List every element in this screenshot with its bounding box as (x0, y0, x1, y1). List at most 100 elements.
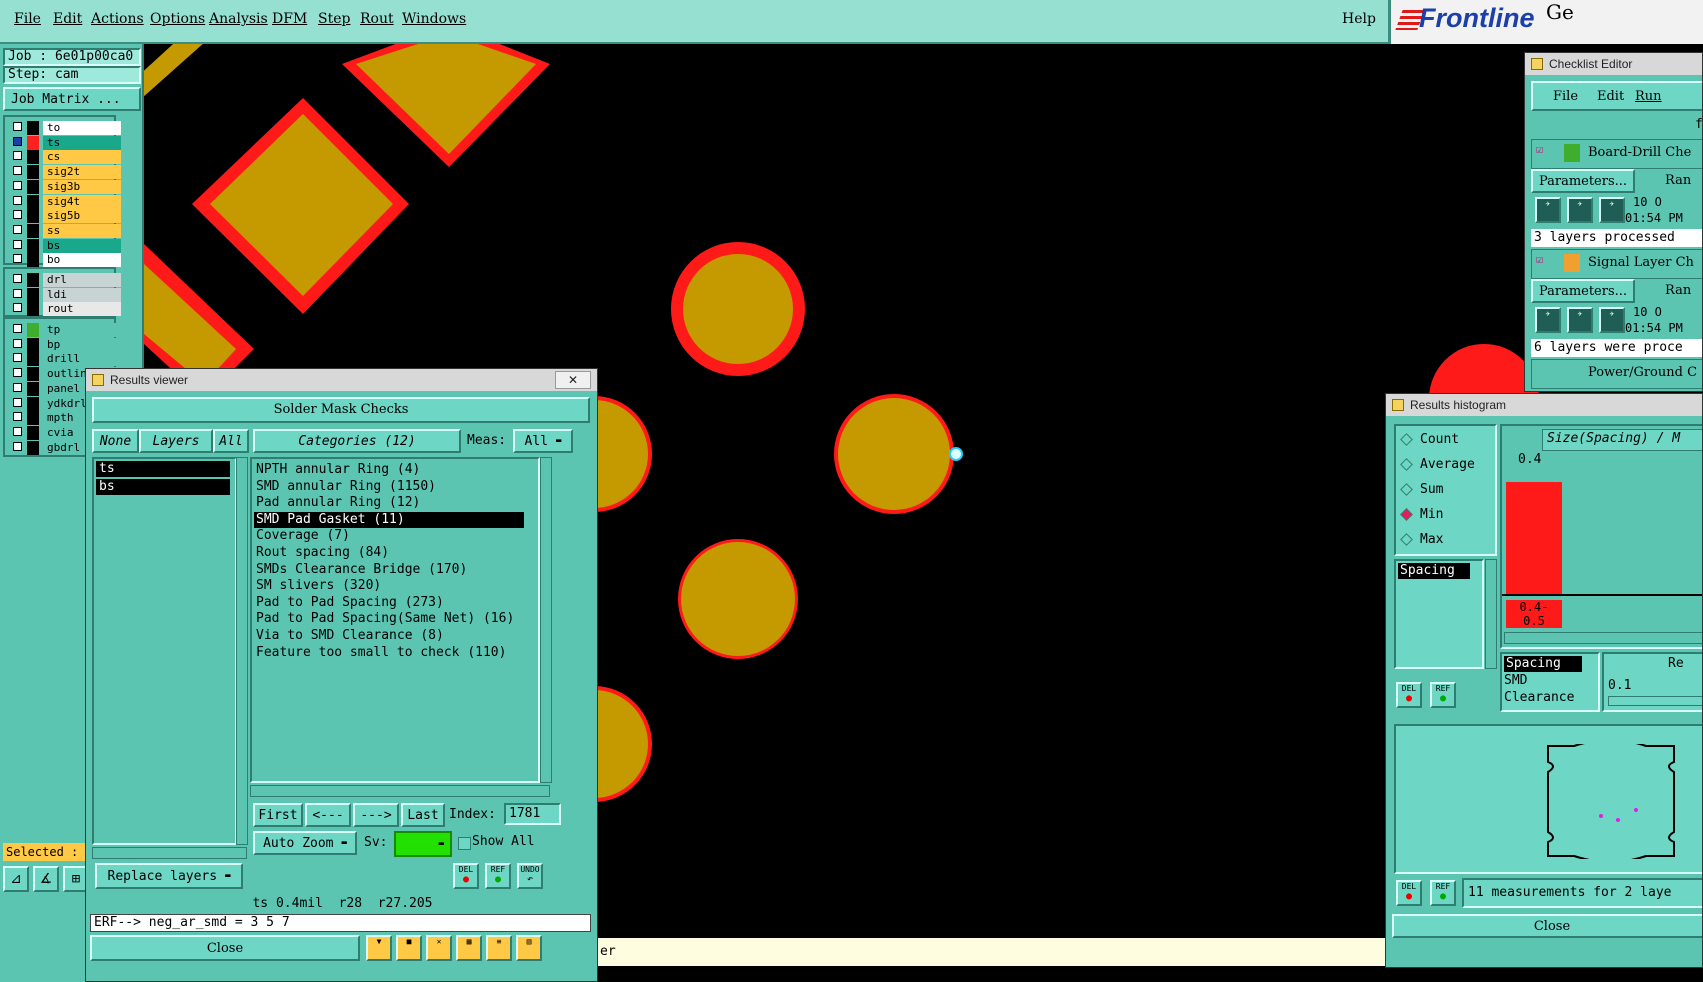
first-button[interactable]: First (253, 803, 303, 827)
histogram-bar[interactable] (1506, 482, 1562, 594)
layer-row-sig5b[interactable]: sig5b (11, 209, 121, 224)
layer-name[interactable]: sig3b (43, 179, 121, 194)
categories-button[interactable]: Categories (12) (253, 429, 461, 453)
layer-row-ss[interactable]: ss (11, 223, 121, 238)
layer-checkbox[interactable] (13, 368, 22, 378)
parameters-button[interactable]: Parameters... (1531, 279, 1635, 303)
category-item[interactable]: Rout spacing (84) (254, 545, 524, 561)
menu-rout[interactable]: Rout (360, 11, 394, 27)
tool-icon-1[interactable]: ▼ (366, 935, 392, 961)
layer-checkbox[interactable] (13, 224, 22, 234)
run-icon[interactable]: ✈ (1567, 197, 1593, 223)
range-slider[interactable] (1608, 696, 1702, 706)
category-list[interactable]: NPTH annular Ring (4) SMD annular Ring (1… (250, 457, 540, 783)
aggregate-option-max[interactable]: Max (1400, 531, 1495, 551)
list-item[interactable]: Spacing (1398, 563, 1470, 579)
aggregate-option-sum[interactable]: Sum (1400, 481, 1495, 501)
layer-row-drill[interactable]: drill (11, 352, 121, 367)
menu-options[interactable]: Options (150, 11, 205, 27)
results-viewer-titlebar[interactable]: Results viewer ✕ (86, 369, 597, 391)
category-item[interactable]: Pad to Pad Spacing(Same Net) (16) (254, 611, 524, 627)
layer-list-hscroll[interactable] (92, 847, 247, 859)
layer-checkbox[interactable] (13, 382, 22, 392)
layer-name[interactable]: ldi (43, 287, 121, 302)
layer-row-drl[interactable]: drl (11, 273, 121, 287)
menu-edit[interactable]: Edit (1597, 89, 1624, 104)
tool-icon-6[interactable]: ▥ (516, 935, 542, 961)
layer-row-tp[interactable]: tp (11, 323, 121, 337)
menu-windows[interactable]: Windows (402, 11, 466, 27)
layer-checkbox[interactable] (13, 210, 22, 220)
layer-name[interactable]: ss (43, 223, 121, 238)
layer-color-swatch[interactable] (27, 411, 39, 426)
layer-color-swatch[interactable] (27, 273, 39, 287)
layer-row-sig4t[interactable]: sig4t (11, 194, 121, 209)
layer-color-swatch[interactable] (27, 302, 39, 317)
layer-checkbox[interactable] (13, 180, 22, 190)
menu-dfm[interactable]: DFM (272, 11, 307, 27)
refresh-icon[interactable]: REF ● (1430, 880, 1456, 906)
refresh-icon[interactable]: REF ● (485, 863, 511, 889)
checklist-item-2[interactable]: ☑ Signal Layer Ch (1531, 249, 1702, 279)
layer-name[interactable]: sig5b (43, 209, 121, 224)
run-icon[interactable]: ✈ (1599, 197, 1625, 223)
layer-row-to[interactable]: to (11, 121, 121, 135)
menu-file[interactable]: File (1553, 89, 1578, 104)
layer-name[interactable]: sig4t (43, 194, 121, 209)
layer-checkbox[interactable] (13, 353, 22, 363)
layer-color-swatch[interactable] (27, 209, 39, 224)
layer-color-swatch[interactable] (27, 287, 39, 302)
parameters-button[interactable]: Parameters... (1531, 169, 1635, 193)
index-input[interactable]: 1781 (504, 803, 561, 825)
layer-name[interactable]: drill (43, 352, 121, 367)
layer-row-sig2t[interactable]: sig2t (11, 165, 121, 180)
list-item[interactable]: bs (96, 479, 230, 495)
run-icon[interactable]: ✈ (1535, 197, 1561, 223)
list-item[interactable]: Spacing (1504, 656, 1582, 672)
menu-run[interactable]: Run (1635, 89, 1662, 104)
run-icon[interactable]: ✈ (1535, 307, 1561, 333)
layer-row-cs[interactable]: cs (11, 150, 121, 165)
menu-file[interactable]: File (14, 11, 41, 27)
layer-checkbox[interactable] (13, 324, 22, 333)
menu-actions[interactable]: Actions (91, 11, 144, 27)
layer-checkbox[interactable] (13, 274, 22, 283)
layer-color-swatch[interactable] (27, 381, 39, 396)
measurement-list[interactable]: Spacing SMD Clearance (1500, 652, 1600, 712)
run-icon[interactable]: ✈ (1567, 307, 1593, 333)
tool-icon-4[interactable]: ▦ (456, 935, 482, 961)
sv-color-dropdown[interactable]: ▬ (394, 831, 452, 857)
layer-color-swatch[interactable] (27, 121, 39, 135)
tool-measure-icon[interactable]: ∡ (33, 866, 59, 892)
layer-color-swatch[interactable] (27, 352, 39, 367)
checklist-item-3[interactable]: Power/Ground C (1531, 359, 1702, 389)
layer-row-bo[interactable]: bo (11, 253, 121, 268)
layer-checkbox[interactable] (13, 441, 22, 451)
layer-color-swatch[interactable] (27, 135, 39, 150)
layer-checkbox[interactable] (13, 166, 22, 176)
last-button[interactable]: Last (401, 803, 445, 827)
show-all-checkbox[interactable] (458, 837, 471, 850)
close-icon[interactable]: ✕ (555, 371, 591, 389)
layer-color-swatch[interactable] (27, 440, 39, 455)
layer-checkbox[interactable] (13, 195, 22, 205)
layer-checkbox[interactable] (13, 426, 22, 436)
menu-analysis[interactable]: Analysis (209, 11, 268, 27)
layer-color-swatch[interactable] (27, 238, 39, 253)
category-item[interactable]: SMD annular Ring (1150) (254, 479, 524, 495)
layer-name[interactable]: ts (43, 135, 121, 150)
histogram-list-scrollbar[interactable] (1485, 559, 1497, 669)
category-item[interactable]: Coverage (7) (254, 528, 524, 544)
layer-row-rout[interactable]: rout (11, 302, 121, 317)
layer-name[interactable]: bs (43, 238, 121, 253)
layer-color-swatch[interactable] (27, 323, 39, 337)
checklist-titlebar[interactable]: Checklist Editor (1525, 53, 1702, 75)
category-item[interactable]: SMD Pad Gasket (11) (254, 511, 524, 528)
layer-name[interactable]: sig2t (43, 165, 121, 180)
layers-button[interactable]: Layers (139, 429, 213, 453)
chart-hscroll[interactable] (1504, 632, 1702, 644)
category-item[interactable]: Pad to Pad Spacing (273) (254, 595, 524, 611)
layer-color-swatch[interactable] (27, 253, 39, 268)
layer-row-ldi[interactable]: ldi (11, 287, 121, 302)
category-item[interactable]: Via to SMD Clearance (8) (254, 628, 524, 644)
